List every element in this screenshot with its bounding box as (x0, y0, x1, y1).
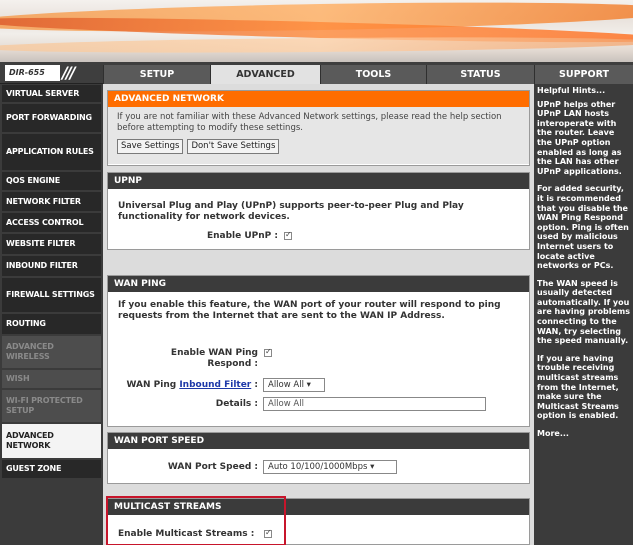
hint-wan-speed: The WAN speed is usually detected automa… (537, 278, 630, 346)
chevron-down-icon: ▾ (370, 462, 375, 472)
inbound-filter-select[interactable]: Allow All ▾ (263, 378, 325, 392)
sidebar-item-wifi-protected-setup[interactable]: WI-FI PROTECTED SETUP (2, 390, 101, 422)
top-nav-bar: DIR-655 /// SETUP ADVANCED TOOLS STATUS … (0, 62, 633, 84)
model-label: DIR-655 (5, 65, 60, 81)
tab-setup[interactable]: SETUP (103, 65, 210, 84)
hint-upnp: UPnP helps other UPnP LAN hosts interope… (537, 99, 622, 176)
enable-upnp-label: Enable UPnP : (206, 231, 278, 241)
hint-multicast: If you are having trouble receiving mult… (537, 353, 619, 421)
more-link[interactable]: More... (537, 429, 630, 439)
details-label: Details : (215, 399, 258, 409)
intro-panel: If you are not familiar with these Advan… (108, 107, 529, 164)
sidebar-item-website-filter[interactable]: WEBSITE FILTER (2, 234, 101, 254)
tab-support[interactable]: SUPPORT (534, 65, 633, 84)
sidebar-item-advanced-wireless[interactable]: ADVANCED WIRELESS (2, 336, 101, 368)
multicast-highlight-box (106, 496, 286, 545)
sidebar-item-routing[interactable]: ROUTING (2, 314, 101, 334)
advanced-network-section: ADVANCED NETWORK If you are not familiar… (107, 90, 530, 166)
section-title-wan-port-speed: WAN PORT SPEED (108, 433, 529, 449)
filter-colon: : (254, 380, 258, 390)
sidebar-item-network-filter[interactable]: NETWORK FILTER (2, 192, 101, 211)
upnp-description: Universal Plug and Play (UPnP) supports … (118, 201, 464, 222)
section-title-upnp: UPNP (108, 173, 529, 189)
sidebar-item-firewall-settings[interactable]: FIREWALL SETTINGS (2, 278, 101, 312)
wan-port-speed-label: WAN Port Speed : (167, 462, 258, 472)
enable-wan-ping-checkbox[interactable] (264, 347, 272, 357)
inbound-filter-link[interactable]: Inbound Filter (179, 380, 251, 390)
sidebar-item-access-control[interactable]: ACCESS CONTROL (2, 213, 101, 232)
enable-wan-ping-label-line1: Enable WAN Ping (170, 348, 258, 358)
section-title-wan-ping: WAN PING (108, 276, 529, 292)
hint-wan-ping: For added security, it is recommended th… (537, 184, 629, 271)
save-settings-button[interactable]: Save Settings (117, 139, 184, 154)
sidebar: VIRTUAL SERVER PORT FORWARDING APPLICATI… (0, 84, 103, 545)
wan-ping-inbound-filter-label: WAN Ping Inbound Filter : (113, 380, 258, 391)
header-banner (0, 0, 633, 62)
helpful-hints-title: Helpful Hints... (537, 86, 606, 95)
dont-save-settings-button[interactable]: Don't Save Settings (187, 139, 280, 154)
enable-upnp-checkbox[interactable] (284, 230, 292, 240)
enable-wan-ping-label: Enable WAN Ping Respond : (148, 348, 258, 370)
sidebar-item-qos-engine[interactable]: QOS ENGINE (2, 172, 101, 190)
enable-wan-ping-label-line2: Respond : (207, 359, 258, 369)
main-content: ADVANCED NETWORK If you are not familiar… (103, 84, 534, 545)
section-title-advanced-network: ADVANCED NETWORK (108, 91, 529, 107)
sidebar-item-wish[interactable]: WISH (2, 370, 101, 388)
sidebar-item-application-rules[interactable]: APPLICATION RULES (2, 134, 101, 170)
logo-slashes: /// (62, 63, 75, 82)
sidebar-item-guest-zone[interactable]: GUEST ZONE (2, 460, 101, 478)
tab-tools[interactable]: TOOLS (320, 65, 426, 84)
wan-port-speed-section: WAN PORT SPEED WAN Port Speed : Auto 10/… (107, 432, 530, 484)
sidebar-item-advanced-network[interactable]: ADVANCED NETWORK (2, 424, 101, 458)
sidebar-item-inbound-filter[interactable]: INBOUND FILTER (2, 256, 101, 276)
wan-port-speed-value: Auto 10/100/1000Mbps (268, 462, 368, 472)
upnp-section: UPNP Universal Plug and Play (UPnP) supp… (107, 172, 530, 250)
tab-advanced[interactable]: ADVANCED (210, 65, 320, 84)
wan-port-speed-select[interactable]: Auto 10/100/1000Mbps ▾ (263, 460, 397, 474)
sidebar-item-virtual-server[interactable]: VIRTUAL SERVER (2, 85, 101, 102)
tab-status[interactable]: STATUS (426, 65, 534, 84)
intro-text: If you are not familiar with these Advan… (117, 112, 502, 133)
sidebar-item-port-forwarding[interactable]: PORT FORWARDING (2, 104, 101, 132)
wan-ping-description: If you enable this feature, the WAN port… (118, 300, 501, 321)
wan-ping-prefix: WAN Ping (126, 380, 177, 390)
helpful-hints-panel: Helpful Hints... UPnP helps other UPnP L… (534, 84, 633, 545)
wan-ping-section: WAN PING If you enable this feature, the… (107, 275, 530, 427)
chevron-down-icon: ▾ (306, 380, 311, 390)
details-field[interactable]: Allow All (263, 397, 486, 411)
inbound-filter-value: Allow All (268, 380, 304, 390)
